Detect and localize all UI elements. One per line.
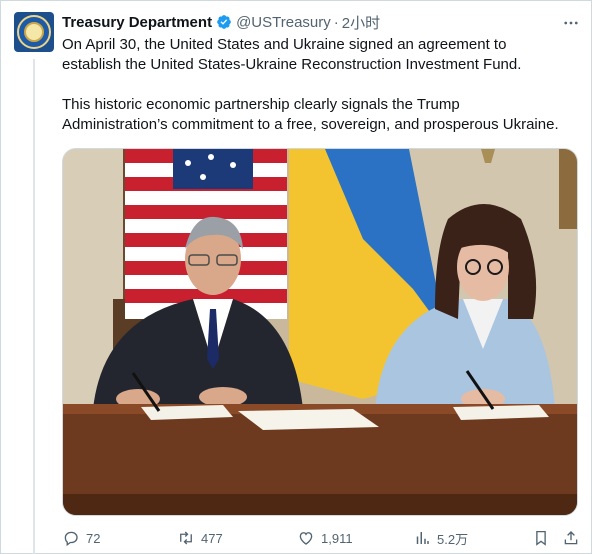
tweet-photo[interactable]: [62, 148, 578, 516]
repost-icon: [180, 531, 192, 545]
repost-button[interactable]: 477: [177, 525, 223, 551]
verified-badge-icon: [216, 14, 232, 30]
bookmark-button[interactable]: [532, 525, 550, 551]
author-name[interactable]: Treasury Department: [62, 14, 212, 31]
tweet-header: Treasury Department @USTreasury · 2小时: [62, 11, 380, 33]
views-count: 5.2万: [437, 531, 469, 547]
repost-count: 477: [201, 530, 223, 546]
tweet-timestamp[interactable]: 2小时: [342, 12, 380, 33]
thread-line: [33, 59, 35, 554]
tweet-paragraph: This historic economic partnership clear…: [62, 96, 559, 133]
share-icon: [564, 531, 578, 545]
treasury-seal-icon: [17, 15, 51, 49]
views-button[interactable]: 5.2万: [413, 525, 468, 551]
reply-count: 72: [86, 530, 101, 546]
like-icon: [299, 532, 313, 545]
separator-dot: ·: [333, 13, 339, 31]
tweet-actions-bar: 72 477 1,911 5.2万: [62, 525, 582, 551]
tweet-paragraph: On April 30, the United States and Ukrai…: [62, 36, 522, 73]
views-icon: [416, 532, 429, 544]
more-options-icon[interactable]: [561, 13, 581, 33]
reply-icon: [64, 531, 78, 547]
tweet-text: On April 30, the United States and Ukrai…: [62, 35, 582, 135]
tweet-card[interactable]: Treasury Department @USTreasury · 2小时 On…: [0, 0, 592, 554]
like-count: 1,911: [321, 530, 353, 546]
author-handle[interactable]: @USTreasury: [236, 14, 331, 31]
share-button[interactable]: [562, 525, 580, 551]
bookmark-icon: [536, 530, 546, 546]
reply-button[interactable]: 72: [62, 525, 100, 551]
avatar[interactable]: [14, 12, 54, 52]
like-button[interactable]: 1,911: [297, 525, 353, 551]
